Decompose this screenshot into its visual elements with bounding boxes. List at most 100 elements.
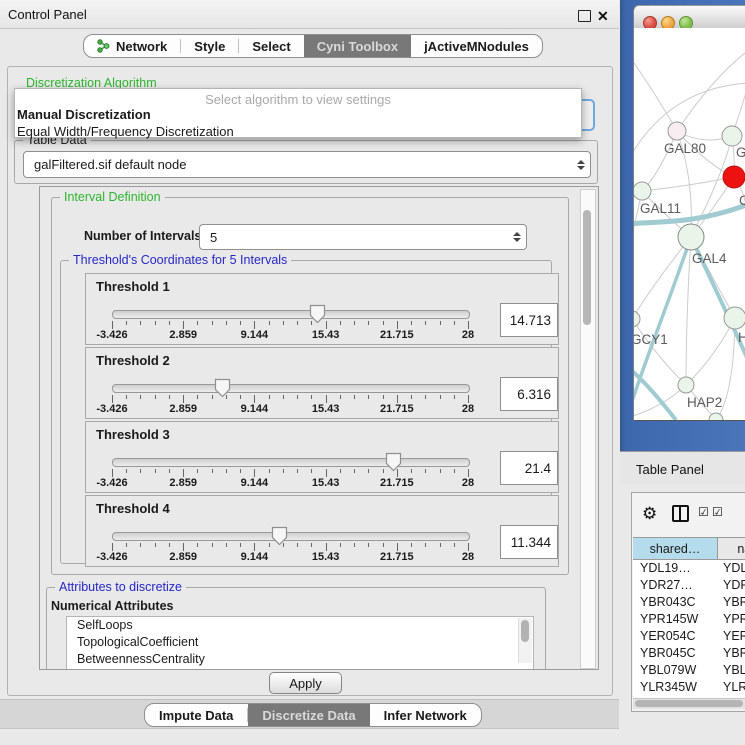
threshold-2-panel: Threshold 2 -3.426 2.859 9.144 15.43 21.… [85,347,559,419]
number-of-intervals-label: Number of Intervals [84,229,201,243]
tab-infer-network[interactable]: Infer Network [370,704,481,726]
slider-ticks [112,543,468,551]
number-of-intervals-combo[interactable]: 5 [199,224,527,250]
threshold-1-label: Threshold 1 [96,279,170,294]
table-row[interactable]: YLR345WYLR345W [633,679,745,696]
control-panel-title: Control Panel [8,7,87,22]
node-label: GAL11 [640,201,681,216]
network-icon [97,39,110,53]
threshold-1-slider-track[interactable] [112,310,470,319]
threshold-4-label: Threshold 4 [96,501,170,516]
list-item[interactable]: SelfLoops [67,617,533,634]
control-panel-tab-bar: Network Style Select Cyni Toolbox jActiv… [83,34,543,58]
threshold-1-value[interactable]: 14.713 [500,303,558,337]
algorithm-dropdown-popup: Select algorithm to view settings Manual… [14,88,582,138]
table-row[interactable]: YER054CYER054C [633,628,745,645]
network-node[interactable] [678,377,694,393]
interval-definition-group: Interval Definition Number of Intervals … [51,197,569,575]
threshold-1-slider-thumb[interactable] [309,304,326,324]
checkbox-icon[interactable]: ☑ [698,506,709,518]
slider-scale-labels: -3.426 2.859 9.144 15.43 21.715 28 [112,329,468,341]
scrollbar-thumb[interactable] [583,210,591,325]
table-data-group: Table Data galFiltered.sif default node [14,140,598,184]
tab-cyni-toolbox[interactable]: Cyni Toolbox [304,35,411,57]
numerical-attributes-label: Numerical Attributes [51,599,173,613]
node-label: HAP2 [687,395,722,410]
threshold-3-slider-thumb[interactable] [385,452,402,472]
threshold-3-slider-track[interactable] [112,458,470,467]
thresholds-group: Threshold's Coordinates for 5 Intervals … [60,260,552,564]
menu-item-equal-width-frequency[interactable]: Equal Width/Frequency Discretization [15,123,581,140]
table-row[interactable]: YBR045CYBR045C [633,645,745,662]
table-data-combo[interactable]: galFiltered.sif default node [23,151,591,178]
tab-network[interactable]: Network [84,35,180,57]
float-window-icon[interactable] [578,10,591,22]
table-panel-title: Table Panel [636,462,704,477]
slider-scale-labels: -3.426 2.859 9.144 15.43 21.715 28 [112,403,468,415]
app-screen: Control Panel ✕ Network Style Select Cyn… [0,0,745,745]
tab-jactivemnodules[interactable]: jActiveMNodules [411,35,542,57]
table-horizontal-scrollbar[interactable] [633,698,745,709]
threshold-1-panel: Threshold 1 -3.426 2.859 9.144 15.43 21.… [85,273,559,345]
table-row[interactable]: YBR043CYBR043C [633,594,745,611]
network-node[interactable] [634,311,640,327]
table-panel: ⚙ ☑ ☑ shared… name YDL19…YDL19 YDR27…YDR… [631,492,745,712]
threshold-2-slider-thumb[interactable] [214,378,231,398]
node-label: H [738,330,745,345]
thresholds-group-title: Threshold's Coordinates for 5 Intervals [69,253,291,267]
numerical-attributes-list[interactable]: SelfLoops TopologicalCoefficient Between… [66,616,534,670]
threshold-2-slider-track[interactable] [112,384,470,393]
slider-scale-labels: -3.426 2.859 9.144 15.43 21.715 28 [112,477,468,489]
network-node[interactable] [724,307,745,329]
control-panel-titlebar: Control Panel ✕ [0,0,619,29]
close-icon[interactable]: ✕ [597,8,609,25]
table-row[interactable]: YPR145WYPR145W [633,611,745,628]
settings-scrollbar[interactable] [580,189,596,669]
scrollbar-thumb[interactable] [635,700,743,707]
table-data-combo-value: galFiltered.sif default node [24,157,572,172]
gear-icon[interactable]: ⚙ [642,505,657,522]
threshold-2-value[interactable]: 6.316 [500,377,558,411]
column-header-name[interactable]: name [718,538,745,559]
threshold-3-panel: Threshold 3 -3.426 2.859 9.144 15.43 21.… [85,421,559,493]
threshold-3-value[interactable]: 21.4 [500,451,558,485]
node-table: shared… name YDL19…YDL19 YDR27…YDR27 YBR… [633,537,745,704]
table-row[interactable]: YDL19…YDL19 [633,560,745,577]
tab-select[interactable]: Select [239,35,303,57]
tab-discretize-data[interactable]: Discretize Data [248,704,369,726]
tab-impute-data[interactable]: Impute Data [145,704,247,726]
apply-button[interactable]: Apply [269,672,342,694]
settings-scroll-panel: Interval Definition Number of Intervals … [39,186,599,670]
bottom-tab-bar: Impute Data Discretize Data Infer Networ… [144,703,482,727]
column-header-shared-name[interactable]: shared… [633,538,718,559]
network-node[interactable] [678,224,704,250]
combo-arrows-icon [508,232,526,242]
list-item[interactable]: BetweennessCentrality [67,651,533,668]
algorithm-placeholder: Select algorithm to view settings [15,89,581,106]
threshold-4-value[interactable]: 11.344 [500,525,558,559]
table-row[interactable]: YDR27…YDR27 [633,577,745,594]
network-canvas[interactable]: GAL80GCGAL11GAL4GCY1HHAP2 [634,28,745,420]
slider-scale-labels: -3.426 2.859 9.144 15.43 21.715 28 [112,551,468,563]
network-node[interactable] [723,166,745,188]
tab-style[interactable]: Style [181,35,238,57]
list-item[interactable]: TopologicalCoefficient [67,634,533,651]
network-node[interactable] [722,126,742,146]
network-node[interactable] [634,182,651,200]
network-node[interactable] [668,122,686,140]
checkbox-icon[interactable]: ☑ [712,506,723,518]
node-label: GAL4 [692,251,727,266]
table-row[interactable]: YBL079WYBL079W [633,662,745,679]
threshold-4-slider-track[interactable] [112,532,470,541]
threshold-4-slider-thumb[interactable] [271,526,288,546]
menu-item-manual-discretization[interactable]: Manual Discretization [15,106,581,123]
network-window-titlebar[interactable] [634,6,745,29]
slider-ticks [112,321,468,329]
node-label: GAL80 [664,141,706,156]
list-scrollbar[interactable] [518,618,532,663]
network-window[interactable]: GAL80GCGAL11GAL4GCY1HHAP2 [633,5,745,421]
threshold-2-label: Threshold 2 [96,353,170,368]
split-columns-icon[interactable] [672,505,689,522]
number-of-intervals-value: 5 [200,230,508,245]
table-panel-bar: Table Panel [620,451,745,485]
